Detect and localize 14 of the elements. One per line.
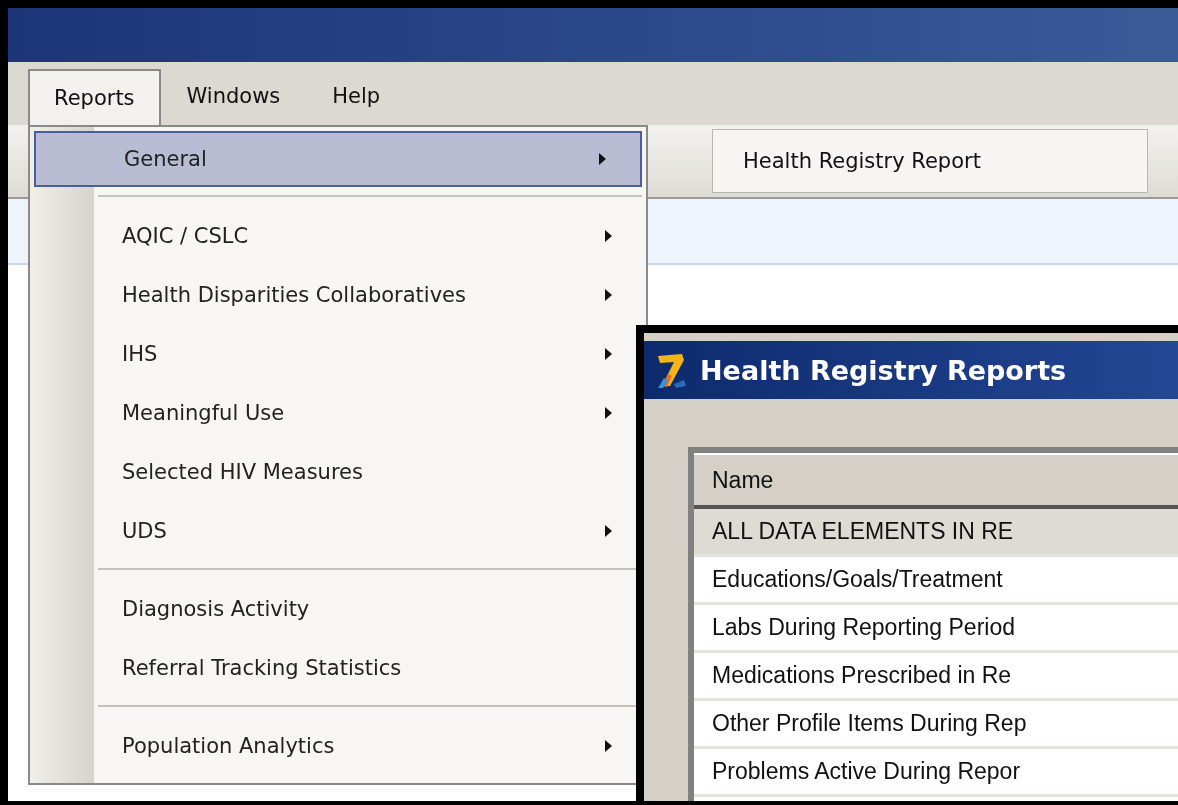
menu-item[interactable]: IHS [30, 324, 646, 383]
menu-item[interactable]: General [34, 131, 642, 187]
column-header[interactable]: Name [694, 453, 1178, 509]
menu-title[interactable]: Reports [28, 69, 161, 125]
menu-item[interactable]: Health Disparities Collaboratives [30, 265, 646, 324]
menu-title[interactable]: Windows [160, 69, 307, 121]
menu-item[interactable]: Meaningful Use [30, 383, 646, 442]
menu-item[interactable]: AQIC / CSLC [30, 206, 646, 265]
menu-item[interactable]: UDS [30, 501, 646, 560]
dialog-title: Health Registry Reports [700, 354, 1067, 386]
menu-item[interactable]: Population Analytics [30, 716, 646, 775]
menu-title[interactable]: Help [306, 69, 407, 121]
tab[interactable]: Health Registry Report [712, 129, 1148, 193]
table-row[interactable]: ALL DATA ELEMENTS IN RE [694, 509, 1178, 557]
